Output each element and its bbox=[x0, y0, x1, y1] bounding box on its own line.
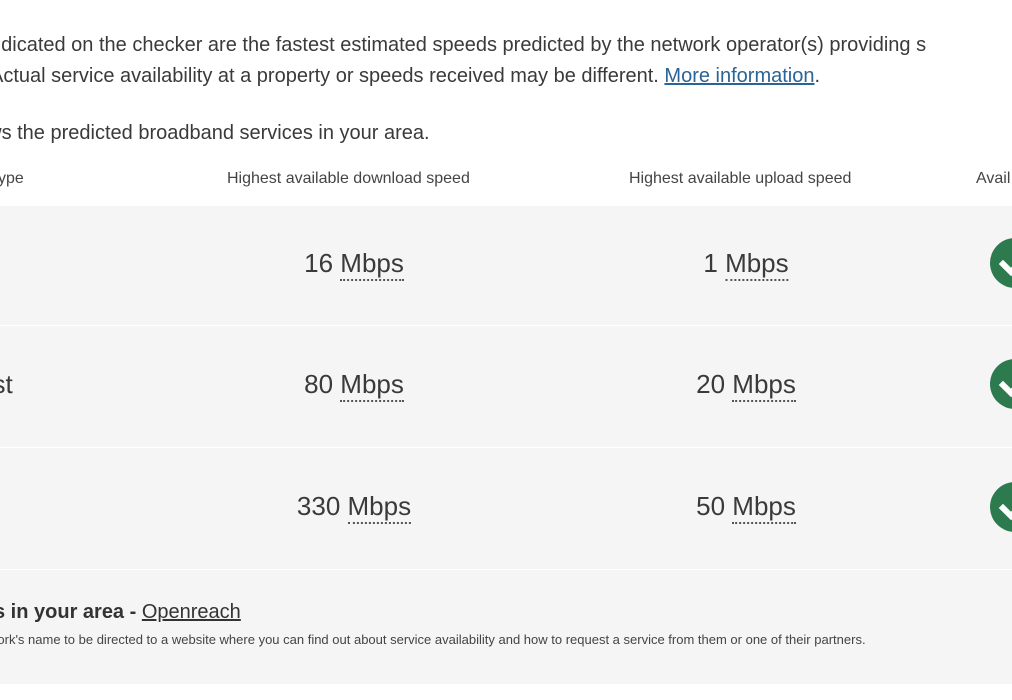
mbps-abbr[interactable]: Mbps bbox=[340, 248, 404, 281]
providers-note: work's name to be directed to a website … bbox=[0, 632, 866, 647]
row-divider bbox=[0, 569, 1012, 570]
download-value: 80 bbox=[304, 369, 334, 399]
header-upload: Highest available upload speed bbox=[629, 170, 852, 187]
broadband-type: ast bbox=[0, 369, 13, 399]
providers-heading: s in your area - Openreach bbox=[0, 601, 241, 624]
upload-value: 20 bbox=[696, 369, 726, 399]
broadband-type: rd bbox=[0, 248, 1, 279]
intro-line-2: Actual service availability at a propert… bbox=[0, 61, 1012, 92]
mbps-abbr[interactable]: Mbps bbox=[732, 369, 796, 402]
header-availability: Avail bbox=[976, 170, 1011, 187]
mbps-abbr[interactable]: Mbps bbox=[725, 248, 789, 281]
intro-line-1: ndicated on the checker are the fastest … bbox=[0, 34, 927, 56]
row-divider bbox=[0, 447, 1012, 448]
download-speed: 330 Mbps bbox=[296, 491, 412, 524]
upload-speed: 20 Mbps bbox=[696, 369, 796, 402]
upload-value: 50 bbox=[696, 491, 726, 521]
row-divider bbox=[0, 325, 1012, 326]
download-speed: 80 Mbps bbox=[304, 369, 404, 402]
mbps-abbr[interactable]: Mbps bbox=[347, 491, 412, 524]
available-check-icon bbox=[990, 359, 1012, 409]
download-speed: 16 Mbps bbox=[304, 248, 404, 281]
openreach-link[interactable]: Openreach bbox=[142, 601, 241, 623]
providers-heading-text: s in your area - bbox=[0, 601, 142, 623]
more-information-link[interactable]: More information bbox=[664, 65, 814, 87]
table-intro: ows the predicted broadband services in … bbox=[0, 122, 430, 144]
header-type: ype bbox=[0, 170, 24, 187]
available-check-icon bbox=[990, 238, 1012, 288]
download-value: 330 bbox=[296, 491, 341, 521]
intro-line-2-text: Actual service availability at a propert… bbox=[0, 65, 665, 87]
available-check-icon bbox=[990, 482, 1012, 532]
upload-value: 1 bbox=[703, 248, 718, 278]
header-download: Highest available download speed bbox=[227, 170, 470, 187]
intro-line-2-end: . bbox=[814, 65, 821, 87]
mbps-abbr[interactable]: Mbps bbox=[732, 491, 796, 524]
upload-speed: 1 Mbps bbox=[703, 248, 789, 281]
mbps-abbr[interactable]: Mbps bbox=[340, 369, 404, 402]
download-value: 16 bbox=[304, 248, 334, 278]
upload-speed: 50 Mbps bbox=[696, 491, 796, 524]
intro-text: ndicated on the checker are the fastest … bbox=[0, 30, 1012, 92]
